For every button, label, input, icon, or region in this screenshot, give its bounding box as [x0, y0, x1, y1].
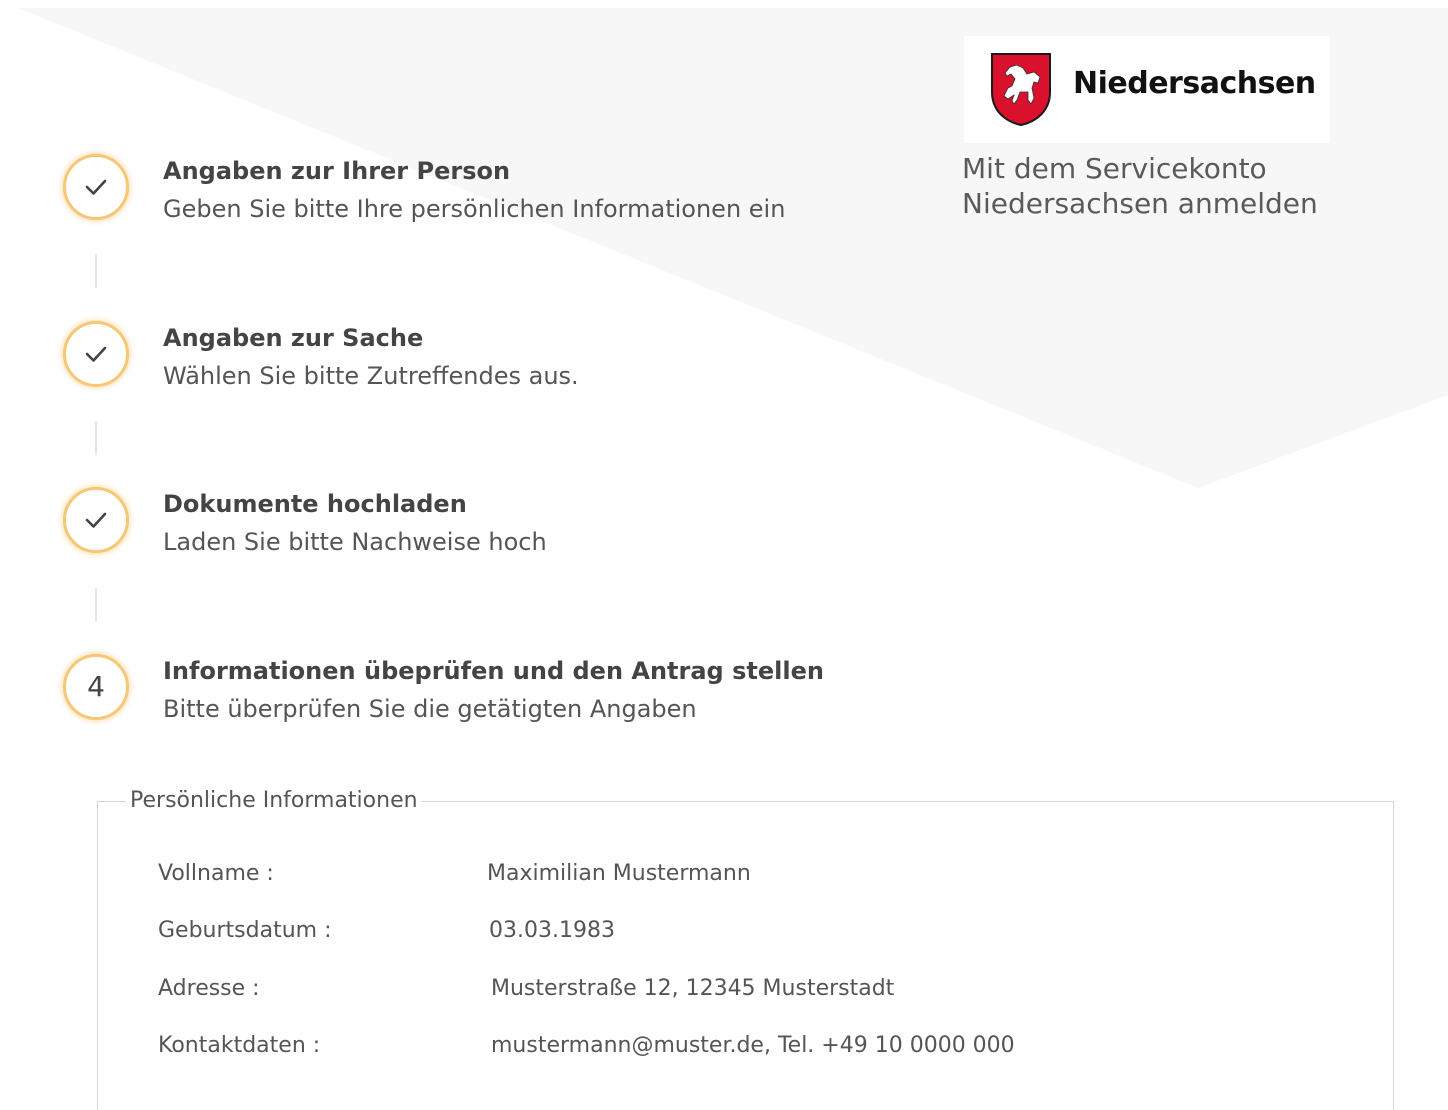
step-description: Bitte überprüfen Sie die getätigten Anga… [163, 695, 697, 723]
brand-name: Niedersachsen [1073, 66, 1316, 101]
step-description: Wählen Sie bitte Zutreffendes aus. [163, 362, 579, 390]
step-number: 4 [87, 670, 105, 703]
info-value: Musterstraße 12, 12345 Musterstadt [491, 976, 895, 1001]
step-status-circle [63, 487, 129, 553]
check-icon [85, 179, 107, 195]
servicekonto-login-link[interactable]: Niedersachsen [964, 36, 1330, 143]
login-hint-line-1[interactable]: Mit dem Servicekonto [962, 151, 1382, 186]
step-connector [95, 588, 97, 622]
step-title: Informationen übeprüfen und den Antrag s… [163, 657, 824, 685]
step-personal-data: Angaben zur Ihrer Person Geben Sie bitte… [60, 154, 920, 234]
check-icon [85, 346, 107, 362]
info-label: Vollname : [158, 861, 274, 886]
personal-info-fieldset [97, 801, 1394, 1110]
step-description: Geben Sie bitte Ihre persönlichen Inform… [163, 195, 786, 223]
step-status-circle [63, 154, 129, 220]
info-label: Kontaktdaten : [158, 1033, 321, 1058]
info-value: 03.03.1983 [489, 918, 615, 943]
login-hint-line-2[interactable]: Niedersachsen anmelden [962, 186, 1382, 221]
personal-info-legend: Persönliche Informationen [126, 787, 422, 815]
step-upload-documents: Dokumente hochladen Laden Sie bitte Nach… [60, 487, 920, 567]
info-label: Geburtsdatum : [158, 918, 332, 943]
step-connector [95, 254, 97, 288]
info-row-birthdate: Geburtsdatum : 03.03.1983 [158, 916, 1358, 946]
step-status-circle [63, 321, 129, 387]
servicekonto-login-text[interactable]: Mit dem Servicekonto Niedersachsen anmel… [962, 151, 1382, 221]
step-description: Laden Sie bitte Nachweise hoch [163, 528, 547, 556]
info-row-contact: Kontaktdaten : mustermann@muster.de, Tel… [158, 1031, 1358, 1061]
info-value: mustermann@muster.de, Tel. +49 10 0000 0… [491, 1033, 1015, 1058]
step-title: Angaben zur Ihrer Person [163, 157, 511, 185]
info-label: Adresse : [158, 976, 260, 1001]
info-value: Maximilian Mustermann [487, 861, 751, 886]
info-row-address: Adresse : Musterstraße 12, 12345 Musters… [158, 974, 1358, 1004]
step-subject-data: Angaben zur Sache Wählen Sie bitte Zutre… [60, 321, 920, 401]
step-title: Angaben zur Sache [163, 324, 424, 352]
step-title: Dokumente hochladen [163, 490, 467, 518]
info-row-fullname: Vollname : Maximilian Mustermann [158, 859, 1358, 889]
application-review-page: Niedersachsen Mit dem Servicekonto Niede… [0, 0, 1448, 1110]
niedersachsen-horse-crest-icon [991, 53, 1051, 126]
step-number-circle: 4 [63, 654, 129, 720]
step-review-and-submit: 4 Informationen übeprüfen und den Antrag… [60, 654, 920, 734]
step-connector [95, 421, 97, 455]
check-icon [85, 512, 107, 528]
